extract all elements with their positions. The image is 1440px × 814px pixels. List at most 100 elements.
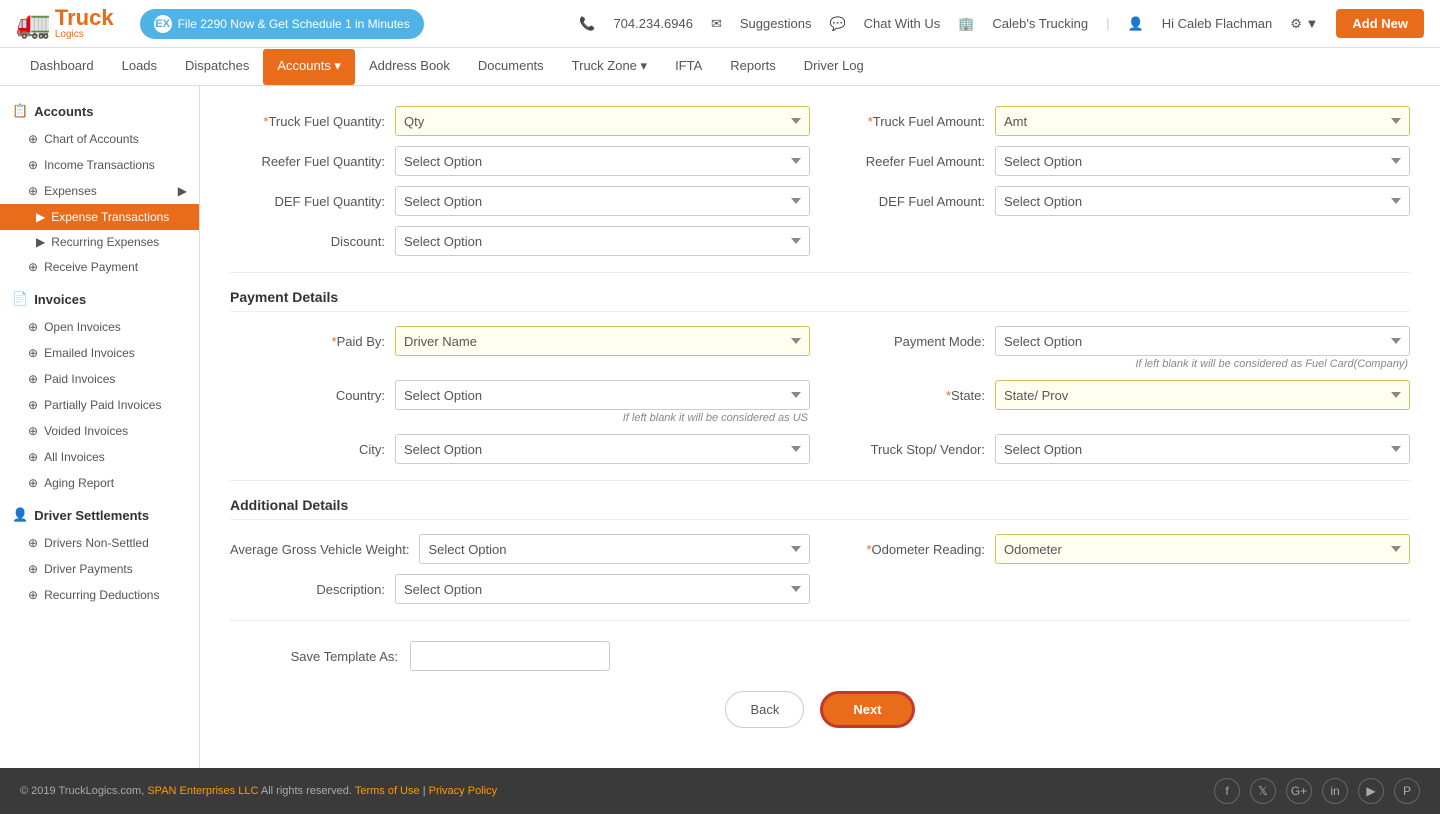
paid-by-control: Driver Name xyxy=(395,326,810,356)
youtube-icon[interactable]: ▶ xyxy=(1358,778,1384,804)
def-fuel-qty-control: Select Option xyxy=(395,186,810,216)
back-button[interactable]: Back xyxy=(725,691,804,728)
description-select[interactable]: Select Option xyxy=(395,574,810,604)
sidebar-item-paid-invoices[interactable]: ⊕ Paid Invoices xyxy=(0,366,199,392)
sidebar-item-income-transactions[interactable]: ⊕ Income Transactions xyxy=(0,152,199,178)
truck-fuel-amt-label: *Truck Fuel Amount: xyxy=(830,114,995,129)
save-template-input[interactable] xyxy=(410,641,610,671)
avg-gross-weight-select[interactable]: Select Option xyxy=(419,534,810,564)
rd-label: Recurring Deductions xyxy=(44,588,159,602)
sidebar-item-partial-invoices[interactable]: ⊕ Partially Paid Invoices xyxy=(0,392,199,418)
company-name[interactable]: Caleb's Trucking xyxy=(992,16,1088,31)
vi-label: Voided Invoices xyxy=(44,424,128,438)
sidebar-accounts-header[interactable]: 📋 Accounts xyxy=(0,96,199,126)
city-select[interactable]: Select Option xyxy=(395,434,810,464)
fuel-fields: *Truck Fuel Quantity: Qty *Truck Fuel Am… xyxy=(230,106,1410,256)
reefer-fuel-qty-select[interactable]: Select Option xyxy=(395,146,810,176)
sidebar-item-aging-report[interactable]: ⊕ Aging Report xyxy=(0,470,199,496)
paid-by-group: *Paid By: Driver Name xyxy=(230,326,810,356)
sidebar-item-driver-payments[interactable]: ⊕ Driver Payments xyxy=(0,556,199,582)
googleplus-icon[interactable]: G+ xyxy=(1286,778,1312,804)
discount-select[interactable]: Select Option xyxy=(395,226,810,256)
def-fuel-amt-select[interactable]: Select Option xyxy=(995,186,1410,216)
reefer-fuel-qty-control: Select Option xyxy=(395,146,810,176)
nav-reports[interactable]: Reports xyxy=(716,49,790,84)
sidebar-item-expenses[interactable]: ⊕ Expenses ▶ xyxy=(0,178,199,204)
pinterest-icon[interactable]: P xyxy=(1394,778,1420,804)
nav-accounts[interactable]: Accounts ▾ xyxy=(263,49,355,85)
payment-mode-control: Select Option xyxy=(995,326,1410,356)
it-label: Income Transactions xyxy=(44,158,155,172)
def-fuel-row: DEF Fuel Quantity: Select Option DEF Fue… xyxy=(230,186,1410,216)
nav-address-book[interactable]: Address Book xyxy=(355,49,464,84)
user-name[interactable]: Hi Caleb Flachman xyxy=(1162,16,1273,31)
paid-by-select[interactable]: Driver Name xyxy=(395,326,810,356)
reefer-fuel-amt-group: Reefer Fuel Amount: Select Option xyxy=(830,146,1410,176)
sidebar-invoices-header[interactable]: 📄 Invoices xyxy=(0,284,199,314)
phone-number[interactable]: 704.234.6946 xyxy=(613,16,693,31)
truck-stop-select[interactable]: Select Option xyxy=(995,434,1410,464)
footer-terms[interactable]: Terms of Use xyxy=(355,785,420,797)
def-fuel-amt-group: DEF Fuel Amount: Select Option xyxy=(830,186,1410,216)
country-group: Country: Select Option If left blank it … xyxy=(230,380,810,424)
sidebar-item-all-invoices[interactable]: ⊕ All Invoices xyxy=(0,444,199,470)
footer-company[interactable]: SPAN Enterprises LLC xyxy=(147,785,258,797)
facebook-icon[interactable]: f xyxy=(1214,778,1240,804)
sidebar-item-emailed-invoices[interactable]: ⊕ Emailed Invoices xyxy=(0,340,199,366)
chat-link[interactable]: Chat With Us xyxy=(864,16,941,31)
sidebar-driver-settlements-header[interactable]: 👤 Driver Settlements xyxy=(0,500,199,530)
nav-truck-zone[interactable]: Truck Zone ▾ xyxy=(558,49,661,85)
discount-group: Discount: Select Option xyxy=(230,226,810,256)
sidebar-item-recurring-expenses[interactable]: ▶ Recurring Expenses xyxy=(0,230,199,254)
dp-label: Driver Payments xyxy=(44,562,133,576)
truck-fuel-amt-select[interactable]: Amt xyxy=(995,106,1410,136)
dns-icon: ⊕ xyxy=(28,536,38,550)
payment-mode-select[interactable]: Select Option xyxy=(995,326,1410,356)
footer-text: © 2019 TruckLogics.com, SPAN Enterprises… xyxy=(20,785,497,797)
def-fuel-qty-select[interactable]: Select Option xyxy=(395,186,810,216)
avg-gross-weight-group: Average Gross Vehicle Weight: Select Opt… xyxy=(230,534,810,564)
nav-driver-log[interactable]: Driver Log xyxy=(790,49,878,84)
sidebar-section-invoices: 📄 Invoices ⊕ Open Invoices ⊕ Emailed Inv… xyxy=(0,284,199,496)
state-select[interactable]: State/ Prov xyxy=(995,380,1410,410)
sidebar-item-recurring-deductions[interactable]: ⊕ Recurring Deductions xyxy=(0,582,199,608)
re-bullet: ▶ xyxy=(36,235,45,249)
next-button[interactable]: Next xyxy=(820,691,914,728)
odometer-reading-select[interactable]: Odometer xyxy=(995,534,1410,564)
pi-label: Paid Invoices xyxy=(44,372,115,386)
country-select[interactable]: Select Option xyxy=(395,380,810,410)
nav-documents[interactable]: Documents xyxy=(464,49,558,84)
linkedin-icon[interactable]: in xyxy=(1322,778,1348,804)
nav-loads[interactable]: Loads xyxy=(108,49,171,84)
footer-privacy[interactable]: Privacy Policy xyxy=(429,785,497,797)
sidebar-item-receive-payment[interactable]: ⊕ Receive Payment xyxy=(0,254,199,280)
reefer-fuel-amt-select[interactable]: Select Option xyxy=(995,146,1410,176)
truck-fuel-qty-control: Qty xyxy=(395,106,810,136)
truck-stop-label: Truck Stop/ Vendor: xyxy=(830,442,995,457)
sidebar-item-open-invoices[interactable]: ⊕ Open Invoices xyxy=(0,314,199,340)
nav-dispatches[interactable]: Dispatches xyxy=(171,49,263,84)
add-new-button[interactable]: Add New xyxy=(1336,9,1424,38)
sidebar-item-voided-invoices[interactable]: ⊕ Voided Invoices xyxy=(0,418,199,444)
re-label: Recurring Expenses xyxy=(51,235,159,249)
twitter-icon[interactable]: 𝕏 xyxy=(1250,778,1276,804)
nav-ifta[interactable]: IFTA xyxy=(661,49,716,84)
promo-button[interactable]: EX File 2290 Now & Get Schedule 1 in Min… xyxy=(140,9,424,39)
state-label: *State: xyxy=(830,388,995,403)
logo: 🚛 Truck Logics xyxy=(16,7,114,40)
truck-fuel-qty-select[interactable]: Qty xyxy=(395,106,810,136)
truck-fuel-amt-group: *Truck Fuel Amount: Amt xyxy=(830,106,1410,136)
logo-sub: Logics xyxy=(55,29,114,40)
nav-dashboard[interactable]: Dashboard xyxy=(16,49,108,84)
ds-icon: 👤 xyxy=(12,507,28,523)
sidebar-item-drivers-non-settled[interactable]: ⊕ Drivers Non-Settled xyxy=(0,530,199,556)
rp-label: Receive Payment xyxy=(44,260,138,274)
odometer-reading-label: *Odometer Reading: xyxy=(830,542,995,557)
suggestions-link[interactable]: Suggestions xyxy=(740,16,812,31)
sidebar-item-chart-of-accounts[interactable]: ⊕ Chart of Accounts xyxy=(0,126,199,152)
sidebar-item-expense-transactions[interactable]: ▶ Expense Transactions xyxy=(0,204,199,230)
additional-details-title: Additional Details xyxy=(230,497,1410,520)
promo-badge: EX xyxy=(154,15,172,33)
settings-icon[interactable]: ⚙ ▼ xyxy=(1290,16,1318,32)
it-icon: ⊕ xyxy=(28,158,38,172)
